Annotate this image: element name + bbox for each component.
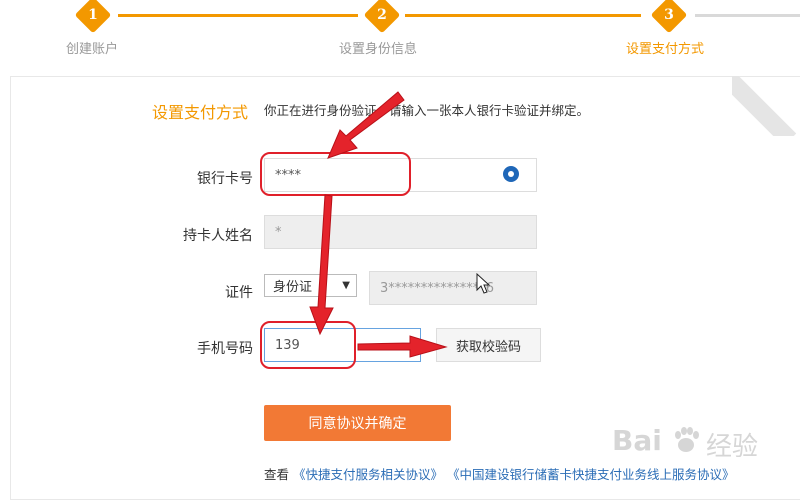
watermark-brand: Bai (612, 424, 662, 457)
arrow-to-bank-card (327, 91, 405, 159)
mouse-cursor-icon (476, 273, 491, 294)
arrow-to-phone (309, 194, 334, 336)
payment-setup-page: 1 2 3 创建账户 设置身份信息 设置支付方式 设置支付方式 你正在进行身份验… (0, 0, 800, 500)
watermark-suffix: 经验 (706, 432, 759, 462)
arrow-to-code-button (357, 335, 448, 358)
paw-icon (675, 427, 699, 452)
